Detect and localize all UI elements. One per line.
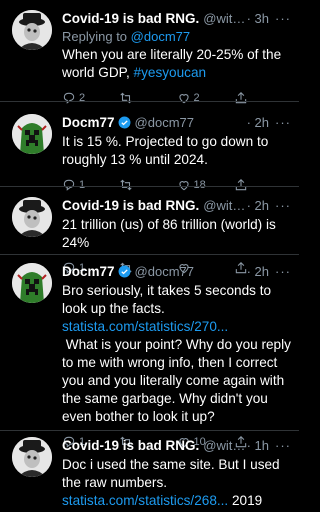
avatar[interactable] <box>12 197 52 237</box>
user-handle[interactable]: @withcom... <box>203 438 246 453</box>
creeper-avatar-icon <box>12 114 52 154</box>
tweet-text-body: Bro seriously, it takes 5 seconds to loo… <box>62 283 272 316</box>
tweet-text-continued: What is your point? Why do you reply to … <box>62 337 291 424</box>
replying-to: Replying to @docm77 <box>62 29 291 44</box>
display-name[interactable]: Covid-19 is bad RNG. <box>62 438 199 453</box>
tweet-text-body: Doc i used the same site. But I used the… <box>62 457 284 490</box>
avatar[interactable] <box>12 114 52 154</box>
verified-badge-icon <box>118 116 130 129</box>
tweet-header: Docm77 @docm77 · 2h ··· <box>62 114 291 131</box>
display-name[interactable]: Docm77 <box>62 115 115 130</box>
user-handle[interactable]: @withco... <box>203 198 246 213</box>
tweet[interactable]: Docm77 @docm77 · 2h ··· It is 15 %. Proj… <box>0 102 299 191</box>
more-options-icon[interactable]: ··· <box>275 115 291 130</box>
tweet[interactable]: Covid-19 is bad RNG. @withcom... · 1h ··… <box>0 431 299 512</box>
more-options-icon[interactable]: ··· <box>275 264 291 279</box>
hashtag-link[interactable]: #yesyoucan <box>134 65 207 80</box>
masked-figure-avatar-icon <box>12 10 52 50</box>
tweet-text: Bro seriously, it takes 5 seconds to loo… <box>62 282 291 426</box>
tweet[interactable]: Docm77 @docm77 · 2h ··· Bro seriously, i… <box>0 255 299 448</box>
avatar[interactable] <box>12 263 52 303</box>
display-name[interactable]: Covid-19 is bad RNG. <box>62 11 199 26</box>
timeline: Covid-19 is bad RNG. @withco... · 3h ···… <box>0 0 299 512</box>
display-name[interactable]: Docm77 <box>62 264 115 279</box>
display-name[interactable]: Covid-19 is bad RNG. <box>62 198 199 213</box>
tweet-header: Covid-19 is bad RNG. @withco... · 3h ··· <box>62 10 291 27</box>
tweet-text: Doc i used the same site. But I used the… <box>62 456 291 512</box>
tweet-text: 21 trillion (us) of 86 trillion (world) … <box>62 217 280 250</box>
timestamp[interactable]: · 2h <box>247 198 269 213</box>
avatar[interactable] <box>12 437 52 477</box>
tweet-header: Covid-19 is bad RNG. @withcom... · 1h ··… <box>62 437 291 454</box>
tweet-header: Docm77 @docm77 · 2h ··· <box>62 263 291 280</box>
tweet-text: When you are literally 20-25% of the wor… <box>62 46 291 82</box>
timestamp[interactable]: · 2h <box>247 115 269 130</box>
tweet[interactable]: Covid-19 is bad RNG. @withco... · 2h ···… <box>0 187 299 274</box>
replying-to-label: Replying to <box>62 29 131 44</box>
tweet[interactable]: Covid-19 is bad RNG. @withco... · 3h ···… <box>0 0 299 104</box>
more-options-icon[interactable]: ··· <box>275 438 291 453</box>
user-handle[interactable]: @docm77 <box>135 264 247 279</box>
creeper-avatar-icon <box>12 263 52 303</box>
verified-badge-icon <box>118 265 130 278</box>
timestamp[interactable]: · 2h <box>247 264 269 279</box>
timestamp[interactable]: · 3h <box>247 11 269 26</box>
replying-to-link[interactable]: @docm77 <box>131 29 190 44</box>
more-options-icon[interactable]: ··· <box>275 198 291 213</box>
url-link[interactable]: statista.com/statistics/268... <box>62 493 228 508</box>
tweet-text: It is 15 %. Projected to go down to roug… <box>62 134 273 167</box>
tweet-header: Covid-19 is bad RNG. @withco... · 2h ··· <box>62 197 291 214</box>
avatar[interactable] <box>12 10 52 50</box>
timestamp[interactable]: · 1h <box>247 438 269 453</box>
more-options-icon[interactable]: ··· <box>275 11 291 26</box>
url-link[interactable]: statista.com/statistics/270... <box>62 319 228 334</box>
user-handle[interactable]: @docm77 <box>135 115 247 130</box>
masked-figure-avatar-icon <box>12 437 52 477</box>
user-handle[interactable]: @withco... <box>203 11 246 26</box>
masked-figure-avatar-icon <box>12 197 52 237</box>
